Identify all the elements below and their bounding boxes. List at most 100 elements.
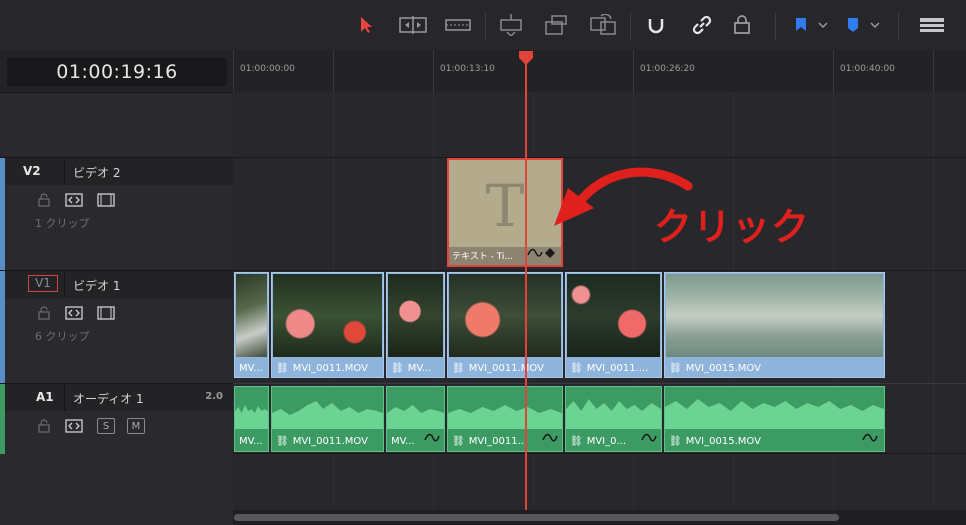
- clip-label: ⛓ MVI_0011....: [570, 363, 649, 374]
- link-icon: ⛓: [570, 363, 583, 374]
- divider: [64, 271, 65, 298]
- audio-waveform: [448, 405, 562, 429]
- audio-keyframe-icon: [641, 427, 657, 446]
- link-icon: ⛓: [669, 363, 682, 374]
- video-clip[interactable]: ⛓ MVI_0011.MOV: [271, 272, 384, 378]
- title-clip-glyph: T: [485, 172, 525, 240]
- audio-keyframe-icon: [424, 427, 440, 446]
- playhead-handle-icon[interactable]: [518, 50, 534, 70]
- video-clip[interactable]: MV...: [234, 272, 269, 378]
- channel-format: 2.0: [205, 391, 223, 402]
- toolbar-separator: [775, 12, 776, 40]
- mute-button[interactable]: M: [127, 418, 145, 434]
- clip-thumbnail: [449, 274, 561, 357]
- lock-icon[interactable]: [37, 192, 51, 208]
- lane-divider: [233, 157, 966, 158]
- clip-label: ⛓ MVI_0...: [570, 436, 627, 447]
- position-lock-icon[interactable]: [730, 13, 754, 37]
- ruler-label: 01:00:13:10: [440, 64, 495, 74]
- link-icon: ⛓: [452, 436, 465, 447]
- ruler-tick: [833, 50, 834, 92]
- auto-select-icon[interactable]: [65, 192, 83, 208]
- link-icon: ⛓: [391, 363, 404, 374]
- auto-select-icon[interactable]: [65, 305, 83, 321]
- clip-label: ⛓ MV...: [391, 363, 432, 374]
- video-clip[interactable]: ⛓ MV...: [386, 272, 445, 378]
- trim-edit-icon[interactable]: [398, 13, 428, 37]
- clip-label: ⛓ MVI_0015.MOV: [669, 436, 761, 447]
- clip-label: MV...: [239, 363, 263, 374]
- keyframe-icon: [527, 243, 557, 262]
- audio-clip[interactable]: ⛓ MVI_0011.MOV: [271, 386, 384, 452]
- replace-clip-icon[interactable]: [588, 13, 618, 37]
- ruler-tick: [333, 50, 334, 92]
- link-icon: ⛓: [452, 363, 465, 374]
- select-arrow-icon[interactable]: [356, 13, 376, 37]
- lock-icon[interactable]: [37, 305, 51, 321]
- audio-waveform: [272, 401, 383, 429]
- flag-icon[interactable]: [790, 13, 830, 37]
- overwrite-clip-icon[interactable]: [542, 13, 570, 37]
- audio-clip[interactable]: ⛓ MVI_0015.MOV: [664, 386, 885, 452]
- title-clip-label: テキスト - Ti...: [452, 252, 514, 262]
- lock-icon[interactable]: [37, 418, 51, 434]
- link-icon: ⛓: [276, 363, 289, 374]
- video-clip[interactable]: ⛓ MVI_0011....: [565, 272, 662, 378]
- track-code[interactable]: A1: [36, 390, 76, 404]
- playhead-line[interactable]: [525, 51, 527, 513]
- divider: [64, 158, 65, 185]
- clip-thumbnail: [273, 274, 382, 357]
- timeline-toolbar: [0, 0, 966, 51]
- toolbar-separator: [630, 12, 631, 40]
- clip-label: MV...: [391, 436, 415, 447]
- audio-clip[interactable]: MV...: [386, 386, 445, 452]
- track-name[interactable]: ビデオ 2: [73, 164, 120, 181]
- linked-selection-icon[interactable]: [690, 13, 714, 37]
- clip-count: 6 クリップ: [35, 330, 90, 343]
- clip-label: MV...: [239, 436, 263, 447]
- toolbar-separator: [485, 12, 486, 40]
- ruler-label: 01:00:26:20: [640, 64, 695, 74]
- marker-icon[interactable]: [842, 13, 882, 37]
- video-clip[interactable]: ⛓ MVI_0015.MOV: [664, 272, 885, 378]
- auto-select-icon[interactable]: [65, 418, 83, 434]
- link-icon: ⛓: [570, 436, 583, 447]
- audio-waveform: [387, 405, 444, 429]
- snapping-icon[interactable]: [644, 13, 668, 37]
- audio-clip[interactable]: MV...: [234, 386, 269, 452]
- title-clip[interactable]: T テキスト - Ti...: [447, 158, 563, 267]
- video-clip[interactable]: ⛓ MVI_0011.MOV: [447, 272, 563, 378]
- ruler-tick: [633, 50, 634, 92]
- timeline-view-options-icon[interactable]: [916, 13, 948, 37]
- ruler-tick: [433, 50, 434, 92]
- track-code[interactable]: V1: [28, 275, 58, 292]
- audio-waveform: [665, 399, 884, 429]
- track-header-v2: V2 ビデオ 2 1 クリップ: [0, 157, 233, 270]
- timecode-display[interactable]: 01:00:19:16: [7, 58, 227, 86]
- audio-waveform: [235, 405, 268, 429]
- toolbar-separator: [898, 12, 899, 40]
- clip-label: ⛓ MVI_0011.MOV: [276, 436, 368, 447]
- track-name[interactable]: オーディオ 1: [73, 390, 144, 407]
- track-header-v1: V1 ビデオ 1 6 クリップ: [0, 270, 233, 383]
- audio-waveform: [566, 399, 661, 429]
- dynamic-trim-icon[interactable]: [444, 13, 472, 37]
- clip-thumbnail: [236, 274, 267, 357]
- audio-clip[interactable]: ⛓ MVI_0...: [565, 386, 662, 452]
- track-name[interactable]: ビデオ 1: [73, 277, 120, 294]
- clip-label: ⛓ MVI_0015.MOV: [669, 363, 761, 374]
- audio-keyframe-icon: [862, 427, 878, 446]
- insert-clip-icon[interactable]: [497, 13, 525, 37]
- clip-label: ⛓ MVI_0011.MOV: [452, 363, 544, 374]
- track-enable-icon[interactable]: [97, 192, 115, 208]
- annotation-text: クリック: [654, 205, 811, 249]
- timeline-ruler[interactable]: 01:00:00:00 01:00:13:10 01:00:26:20 01:0…: [233, 50, 966, 93]
- scrollbar-thumb[interactable]: [234, 514, 839, 521]
- track-code[interactable]: V2: [23, 164, 63, 178]
- track-enable-icon[interactable]: [97, 305, 115, 321]
- solo-button[interactable]: S: [97, 418, 115, 434]
- audio-keyframe-icon: [542, 427, 558, 446]
- ruler-tick: [933, 50, 934, 92]
- link-icon: ⛓: [669, 436, 682, 447]
- audio-clip[interactable]: ⛓ MVI_0011...: [447, 386, 563, 452]
